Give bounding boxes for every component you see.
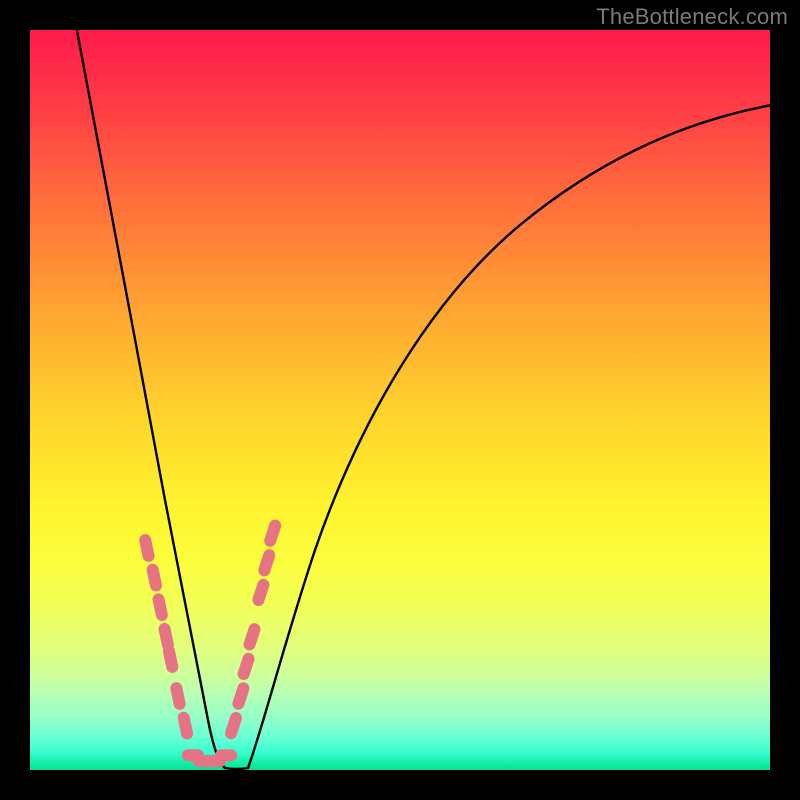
data-marker (257, 548, 277, 578)
data-marker (223, 710, 243, 740)
data-marker (138, 533, 156, 563)
data-marker (162, 644, 180, 674)
data-marker (242, 622, 262, 652)
curve-floor (225, 768, 248, 769)
curve-layer (30, 30, 770, 770)
plot-area (30, 30, 770, 770)
watermark-text: TheBottleneck.com (596, 4, 788, 30)
data-marker (146, 563, 164, 593)
curve-left (75, 30, 225, 768)
data-marker (169, 681, 187, 711)
curve-right (248, 105, 770, 768)
data-marker (236, 651, 256, 681)
data-marker (231, 681, 251, 711)
data-marker (251, 577, 271, 607)
data-marker (215, 749, 237, 761)
data-marker (263, 518, 283, 548)
data-marker (177, 711, 195, 741)
chart-frame: TheBottleneck.com (0, 0, 800, 800)
data-marker (151, 592, 169, 622)
